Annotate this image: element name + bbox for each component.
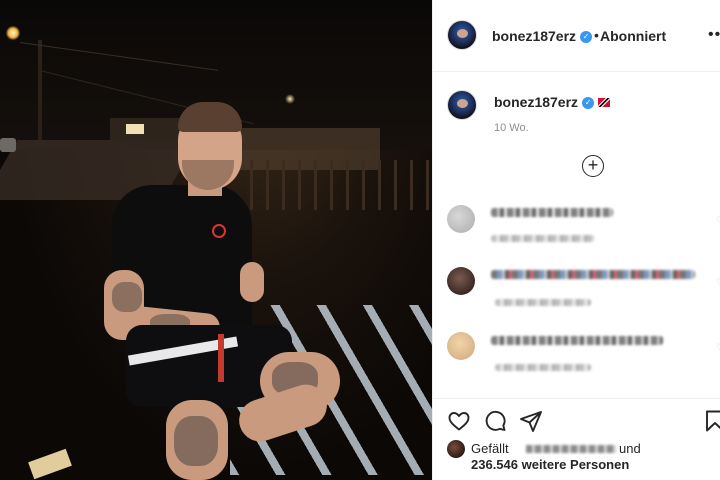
post-actions-bar xyxy=(433,398,720,442)
heart-icon[interactable] xyxy=(447,409,471,433)
person-hair xyxy=(178,102,242,132)
utility-pole xyxy=(38,40,42,140)
comment-text xyxy=(491,336,663,345)
comment-text xyxy=(491,270,695,279)
verified-icon: ✓ xyxy=(582,96,595,109)
comment-item: ♡ xyxy=(433,330,720,390)
comment-meta xyxy=(495,364,591,371)
tattoo xyxy=(174,416,218,466)
lit-window xyxy=(126,124,144,134)
likes-count-link[interactable]: 236.546 weitere Personen xyxy=(471,457,629,472)
header-username-row: bonez187erz ✓ xyxy=(492,28,593,46)
caption-username-row: bonez187erz ✓ xyxy=(494,94,611,112)
tattoo xyxy=(112,282,142,312)
verified-icon: ✓ xyxy=(580,30,593,43)
post-sidebar: bonez187erz ✓ • Abonniert ••• bonez187erz… xyxy=(432,0,720,480)
post-header: bonez187erz ✓ • Abonniert ••• xyxy=(433,0,720,72)
comment-like-icon[interactable]: ♡ xyxy=(716,342,720,353)
avatar[interactable] xyxy=(447,20,477,50)
bookmark-icon[interactable] xyxy=(703,409,720,433)
commenter-avatar[interactable] xyxy=(447,332,475,360)
username-link[interactable]: bonez187erz xyxy=(492,28,576,44)
paper-plane-icon[interactable] xyxy=(519,409,543,433)
commenter-avatar[interactable] xyxy=(447,205,475,233)
comment-icon[interactable] xyxy=(483,409,507,433)
follow-status-button[interactable]: Abonniert xyxy=(600,28,666,44)
likes-suffix: und xyxy=(619,441,641,456)
post-photo[interactable] xyxy=(0,0,432,480)
liker-name[interactable] xyxy=(526,445,616,453)
comment-like-icon[interactable]: ♡ xyxy=(716,215,720,226)
fence xyxy=(250,160,432,210)
comment-item: ♡ xyxy=(433,265,720,325)
comment-like-icon[interactable]: ♡ xyxy=(716,277,720,288)
comment-text xyxy=(491,208,613,217)
distant-light xyxy=(285,94,295,104)
drawstring xyxy=(218,334,224,382)
person-arm xyxy=(240,262,264,302)
comment-meta xyxy=(495,299,591,306)
username-link[interactable]: bonez187erz xyxy=(494,94,578,110)
likes-prefix: Gefällt xyxy=(471,441,509,456)
comment-meta xyxy=(491,235,595,242)
more-options-icon[interactable]: ••• xyxy=(708,26,720,44)
liker-avatar[interactable] xyxy=(447,440,465,458)
shirt-logo xyxy=(212,224,226,238)
load-more-comments-button[interactable]: + xyxy=(582,155,604,177)
post-time[interactable]: 10 Wo. xyxy=(494,122,529,134)
avatar[interactable] xyxy=(447,90,477,120)
commenter-avatar[interactable] xyxy=(447,267,475,295)
street-lamp xyxy=(6,26,20,40)
flag-icon xyxy=(598,98,611,108)
comment-item: ♡ xyxy=(433,203,720,263)
separator-dot: • xyxy=(594,27,599,43)
parked-car xyxy=(0,138,16,152)
